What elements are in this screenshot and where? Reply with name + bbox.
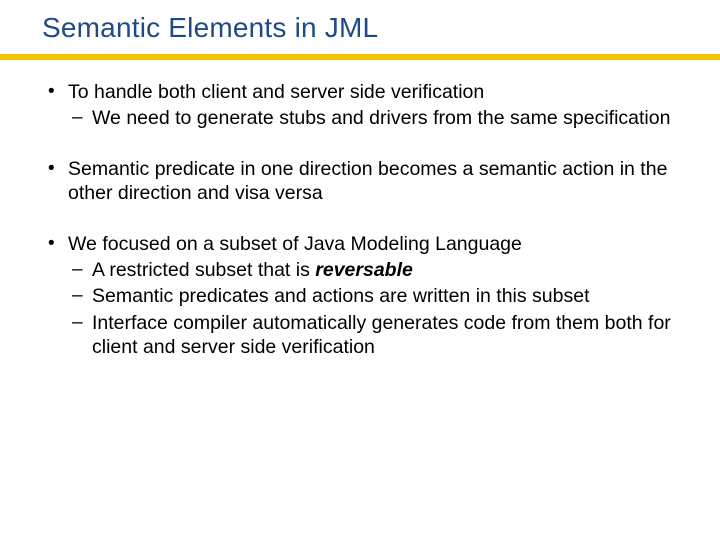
bullet-text: To handle both client and server side ve… xyxy=(68,81,484,103)
sub-bullet-item: Semantic predicates and actions are writ… xyxy=(68,284,676,308)
bullet-item: We focused on a subset of Java Modeling … xyxy=(44,232,676,360)
bullet-text: Semantic predicate in one direction beco… xyxy=(68,158,667,204)
slide-content: To handle both client and server side ve… xyxy=(0,60,720,359)
sub-bullet-item: A restricted subset that is reversable xyxy=(68,258,676,282)
sub-bullet-text: We need to generate stubs and drivers fr… xyxy=(92,107,670,129)
bullet-list: To handle both client and server side ve… xyxy=(44,80,676,359)
bullet-item: Semantic predicate in one direction beco… xyxy=(44,157,676,206)
emphasized-word: reversable xyxy=(315,259,413,281)
title-area: Semantic Elements in JML xyxy=(0,0,720,50)
sub-bullet-text: Interface compiler automatically generat… xyxy=(92,312,671,358)
sub-bullet-text: Semantic predicates and actions are writ… xyxy=(92,285,590,307)
sub-bullet-item: Interface compiler automatically generat… xyxy=(68,311,676,360)
sub-bullet-item: We need to generate stubs and drivers fr… xyxy=(68,106,676,130)
bullet-text: We focused on a subset of Java Modeling … xyxy=(68,233,522,255)
bullet-item: To handle both client and server side ve… xyxy=(44,80,676,131)
sub-bullet-text: A restricted subset that is xyxy=(92,259,315,281)
sub-bullet-list: A restricted subset that is reversable S… xyxy=(68,258,676,360)
slide-title: Semantic Elements in JML xyxy=(42,12,720,44)
sub-bullet-list: We need to generate stubs and drivers fr… xyxy=(68,106,676,130)
